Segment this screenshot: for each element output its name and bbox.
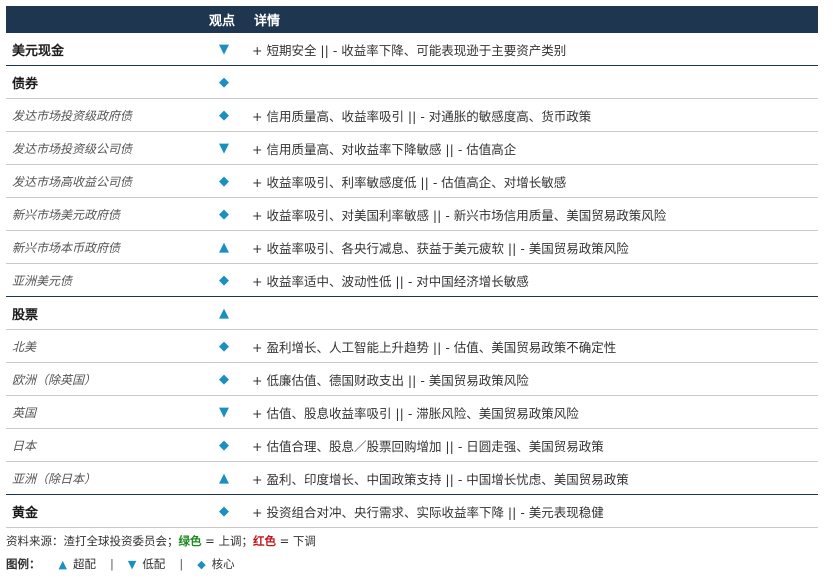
- sub-asset-name: 英国: [12, 405, 37, 420]
- asset-class-name: 股票: [12, 307, 39, 323]
- diamond-icon: ◆: [219, 173, 229, 189]
- up-triangle-icon: ▲: [219, 470, 229, 486]
- legend-separator: |: [109, 557, 114, 571]
- view-cell: ▲: [196, 471, 252, 486]
- detail-text: + 投资组合对冲、央行需求、实际收益率下降 || - 美元表现稳健: [252, 504, 604, 520]
- asset-class-name: 债券: [12, 76, 39, 92]
- down-triangle-icon: ▼: [219, 404, 229, 420]
- view-cell: ▼: [196, 405, 252, 420]
- table-row: 日本 ◆ + 估值合理、股息／股票回购增加 || - 日圆走强、美国贸易政策: [6, 429, 818, 462]
- table-row: 债券 ◆: [6, 66, 818, 99]
- table-row: 亚洲（除日本） ▲ + 盈利、印度增长、中国政策支持 || - 中国增长忧虑、美国贸…: [6, 462, 818, 495]
- down-triangle-icon: ▼: [127, 557, 137, 571]
- table-row: 发达市场高收益公司债 ◆ + 收益率吸引、利率敏感度低 || - 估值高企、对增长敏…: [6, 165, 818, 198]
- table-row: 英国 ▼ + 估值、股息收益率吸引 || - 滞胀风险、美国贸易政策风险: [6, 396, 818, 429]
- view-cell: ◆: [196, 438, 252, 453]
- view-cell: ◆: [196, 207, 252, 222]
- view-cell: ◆: [196, 273, 252, 288]
- sub-asset-name: 北美: [12, 339, 37, 354]
- view-cell: ▲: [196, 306, 252, 321]
- sub-asset-name: 亚洲美元债: [12, 273, 73, 288]
- table-row: 新兴市场美元政府债 ◆ + 收益率吸引、对美国利率敏感 || - 新兴市场信用质量、…: [6, 198, 818, 231]
- red-legend-text: = 下调: [275, 534, 316, 548]
- sub-asset-name: 欧洲（除英国）: [12, 372, 97, 387]
- table-body: 美元现金 ▼ + 短期安全 || - 收益率下降、可能表现逊于主要资产类别 债券 ◆ 发达…: [6, 33, 818, 528]
- table-row: 亚洲美元债 ◆ + 收益率适中、波动性低 || - 对中国经济增长敏感: [6, 264, 818, 297]
- detail-text: + 收益率适中、波动性低 || - 对中国经济增长敏感: [252, 273, 529, 289]
- source-text: 资料来源：渣打全球投资委员会；: [6, 534, 179, 548]
- sub-asset-name: 亚洲（除日本）: [12, 471, 97, 486]
- diamond-icon: ◆: [219, 206, 229, 222]
- table-row: 美元现金 ▼ + 短期安全 || - 收益率下降、可能表现逊于主要资产类别: [6, 33, 818, 66]
- sub-asset-name: 发达市场投资级政府债: [12, 108, 133, 123]
- view-cell: ▲: [196, 240, 252, 255]
- table-row: 欧洲（除英国） ◆ + 低廉估值、德国财政支出 || - 美国贸易政策风险: [6, 363, 818, 396]
- legend-separator: |: [179, 557, 184, 571]
- source-note: 资料来源：渣打全球投资委员会；绿色 = 上调；红色 = 下调: [6, 533, 818, 549]
- green-legend-word: 绿色: [178, 534, 202, 548]
- diamond-icon: ◆: [219, 74, 229, 90]
- table-row: 发达市场投资级政府债 ◆ + 信用质量高、收益率吸引 || - 对通胀的敏感度高、货…: [6, 99, 818, 132]
- diamond-icon: ◆: [219, 272, 229, 288]
- diamond-icon: ◆: [219, 371, 229, 387]
- view-cell: ◆: [196, 174, 252, 189]
- detail-text: + 信用质量高、收益率吸引 || - 对通胀的敏感度高、货币政策: [252, 108, 592, 124]
- asset-class-name: 黄金: [12, 505, 39, 521]
- column-header-view: 观点: [208, 14, 235, 29]
- detail-text: + 收益率吸引、利率敏感度低 || - 估值高企、对增长敏感: [252, 174, 567, 190]
- down-triangle-icon: ▼: [219, 140, 229, 156]
- legend-overweight-label: 超配: [72, 557, 96, 571]
- table-header: 观点 详情: [6, 6, 818, 33]
- diamond-icon: ◆: [219, 503, 229, 519]
- symbol-legend: 图例： ▲ 超配 | ▼ 低配 | ◆ 核心: [6, 556, 818, 572]
- up-triangle-icon: ▲: [219, 305, 229, 321]
- diamond-icon: ◆: [219, 338, 229, 354]
- sub-asset-name: 日本: [12, 438, 37, 453]
- down-triangle-icon: ▼: [219, 41, 229, 57]
- table-row: 北美 ◆ + 盈利增长、人工智能上升趋势 || - 估值、美国贸易政策不确定性: [6, 330, 818, 363]
- detail-text: + 盈利增长、人工智能上升趋势 || - 估值、美国贸易政策不确定性: [252, 339, 617, 355]
- legend-core-label: 核心: [211, 557, 235, 571]
- table-row: 发达市场投资级公司债 ▼ + 信用质量高、对收益率下降敏感 || - 估值高企: [6, 132, 818, 165]
- detail-text: + 估值、股息收益率吸引 || - 滞胀风险、美国贸易政策风险: [252, 405, 579, 421]
- view-cell: ◆: [196, 108, 252, 123]
- view-cell: ▼: [196, 42, 252, 57]
- green-legend-text: = 上调；: [201, 534, 253, 548]
- diamond-icon: ◆: [219, 107, 229, 123]
- legend-item-core: ◆ 核心: [197, 556, 234, 572]
- sub-asset-name: 发达市场高收益公司债: [12, 174, 133, 189]
- legend-item-overweight: ▲ 超配: [59, 556, 96, 572]
- view-cell: ◆: [196, 75, 252, 90]
- legend-underweight-label: 低配: [142, 557, 166, 571]
- legend-label: 图例：: [6, 557, 41, 571]
- up-triangle-icon: ▲: [58, 557, 67, 571]
- red-legend-word: 红色: [252, 534, 276, 548]
- detail-text: + 收益率吸引、各央行减息、获益于美元疲软 || - 美国贸易政策风险: [252, 240, 629, 256]
- sub-asset-name: 新兴市场美元政府债: [12, 207, 121, 222]
- table-row: 股票 ▲: [6, 297, 818, 330]
- sub-asset-name: 新兴市场本币政府债: [12, 240, 121, 255]
- asset-class-name: 美元现金: [12, 43, 65, 59]
- table-row: 新兴市场本币政府债 ▲ + 收益率吸引、各央行减息、获益于美元疲软 || - 美国贸…: [6, 231, 818, 264]
- view-cell: ◆: [196, 372, 252, 387]
- diamond-icon: ◆: [197, 557, 206, 571]
- up-triangle-icon: ▲: [219, 239, 229, 255]
- view-cell: ◆: [196, 339, 252, 354]
- detail-text: + 短期安全 || - 收益率下降、可能表现逊于主要资产类别: [252, 42, 567, 58]
- sub-asset-name: 发达市场投资级公司债: [12, 141, 133, 156]
- legend-item-underweight: ▼ 低配: [128, 556, 165, 572]
- detail-text: + 估值合理、股息／股票回购增加 || - 日圆走强、美国贸易政策: [252, 438, 604, 454]
- allocation-table: 观点 详情 美元现金 ▼ + 短期安全 || - 收益率下降、可能表现逊于主要资产类…: [6, 0, 818, 572]
- view-cell: ▼: [196, 141, 252, 156]
- view-cell: ◆: [196, 504, 252, 519]
- detail-text: + 信用质量高、对收益率下降敏感 || - 估值高企: [252, 141, 517, 157]
- detail-text: + 收益率吸引、对美国利率敏感 || - 新兴市场信用质量、美国贸易政策风险: [252, 207, 667, 223]
- diamond-icon: ◆: [219, 437, 229, 453]
- column-header-detail: 详情: [254, 14, 281, 29]
- detail-text: + 低廉估值、德国财政支出 || - 美国贸易政策风险: [252, 372, 529, 388]
- table-row: 黄金 ◆ + 投资组合对冲、央行需求、实际收益率下降 || - 美元表现稳健: [6, 495, 818, 528]
- detail-text: + 盈利、印度增长、中国政策支持 || - 中国增长忧虑、美国贸易政策: [252, 471, 629, 487]
